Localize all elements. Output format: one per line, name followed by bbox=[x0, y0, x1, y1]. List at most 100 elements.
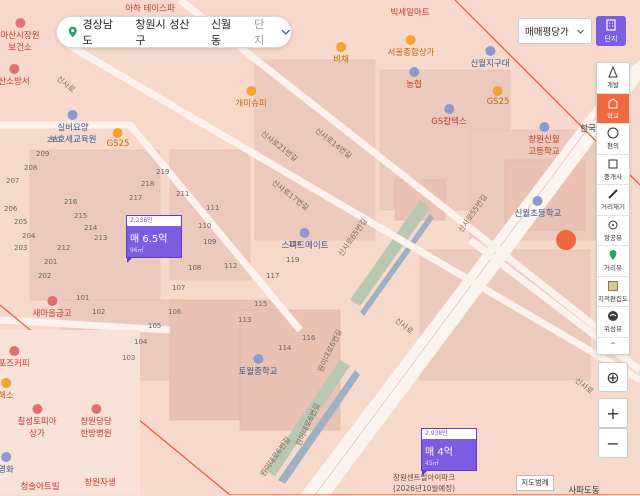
toolbar-collapse-button[interactable]: ^ bbox=[597, 338, 629, 354]
block-number: 102 bbox=[92, 308, 106, 316]
poi-chilsung-mall[interactable]: 칠성토피아 상가 bbox=[17, 404, 57, 439]
tool-label: 거리뷰 bbox=[604, 264, 622, 272]
block-number: 207 bbox=[6, 177, 20, 185]
minus-icon: − bbox=[606, 433, 620, 453]
zoom-in-button[interactable]: + bbox=[598, 398, 628, 428]
poi-coffee[interactable]: 포즈커피 bbox=[0, 346, 30, 369]
chevron-down-icon bbox=[577, 29, 584, 34]
block-number: 210 bbox=[47, 136, 61, 144]
complex-toggle-label: 단지 bbox=[604, 35, 618, 43]
zoom-out-button[interactable]: − bbox=[598, 428, 628, 458]
poi-bichae[interactable]: 비채 bbox=[333, 42, 349, 65]
satellite-icon bbox=[608, 311, 618, 321]
poi-high-school[interactable]: 창원신월 고등학교 bbox=[528, 122, 560, 157]
block-number: 202 bbox=[38, 272, 52, 280]
block-number: 118 bbox=[288, 240, 302, 248]
poi-gs-caltex[interactable]: GS칼텍스 bbox=[431, 104, 467, 127]
poi-saemaeul-bank[interactable]: 새마을금고 bbox=[32, 296, 72, 319]
block-number: 111 bbox=[206, 204, 220, 212]
block-number: 103 bbox=[122, 354, 136, 362]
tool-cadastral[interactable]: 지적편집도 bbox=[597, 277, 629, 307]
price-per-pyeong: 2,938만 bbox=[422, 429, 476, 440]
block-number: 110 bbox=[198, 222, 212, 230]
region-search-bar[interactable]: 경상남도 창원시 성산구 신월동 단지 bbox=[56, 16, 292, 48]
block-number: 117 bbox=[266, 272, 280, 280]
poi-sapa[interactable]: 사파도동 bbox=[568, 484, 599, 496]
area-value: 96㎡ bbox=[130, 247, 144, 254]
poi-cheongsol[interactable]: 청솔아트빌 bbox=[20, 480, 59, 492]
block-number: 112 bbox=[224, 262, 238, 270]
block-number: 105 bbox=[148, 322, 162, 330]
block-number: 119 bbox=[286, 256, 300, 264]
block-number: 116 bbox=[302, 334, 316, 342]
block-number: 215 bbox=[74, 212, 88, 220]
agent-icon bbox=[608, 159, 618, 168]
price-marker[interactable]: 2,938만 매 4억 45㎡ bbox=[421, 428, 477, 476]
complex-label[interactable]: 단지 bbox=[254, 16, 273, 48]
street-view-icon bbox=[609, 250, 617, 260]
block-number: 106 bbox=[168, 308, 182, 316]
ruler-icon bbox=[608, 189, 618, 199]
poi-fire-station[interactable]: 산소방서 bbox=[0, 64, 30, 87]
school-icon bbox=[608, 97, 618, 108]
poi-middle-school[interactable]: 토월중학교 bbox=[238, 354, 278, 377]
complex-toggle-button[interactable]: 단지 bbox=[596, 16, 626, 46]
poi-gaemi-super[interactable]: 개미슈퍼 bbox=[235, 86, 267, 109]
block-number: 208 bbox=[24, 164, 38, 172]
poi-changwonjaseong[interactable]: 창원자생 bbox=[84, 476, 115, 488]
trade-type-select[interactable]: 매매평당가 bbox=[518, 18, 592, 44]
poi-aha[interactable]: 아하 테이스파 bbox=[125, 2, 175, 14]
aerial-icon bbox=[608, 220, 618, 229]
province-label[interactable]: 경상남도 bbox=[83, 16, 122, 48]
block-number: 216 bbox=[64, 198, 78, 206]
price-marker[interactable]: 2,238만 매 6.5억 96㎡ bbox=[126, 215, 182, 263]
tool-convenience[interactable]: 편의 bbox=[597, 124, 629, 155]
poi-seoul-mall[interactable]: 서울종합상가 bbox=[388, 35, 434, 58]
block-number: 213 bbox=[94, 234, 108, 242]
block-number: 203 bbox=[14, 244, 28, 252]
chevron-up-icon: ^ bbox=[610, 340, 616, 349]
map-legend-button[interactable]: 지도범례 bbox=[516, 475, 554, 491]
poi-gs25-a[interactable]: GS25 bbox=[107, 128, 129, 149]
dong-label[interactable]: 신월동 bbox=[211, 16, 240, 48]
tool-school[interactable]: 학교 bbox=[597, 93, 629, 124]
block-number: 217 bbox=[129, 194, 143, 202]
trade-type-value: 매매평당가 bbox=[525, 27, 569, 38]
tool-ruler[interactable]: 거리재기 bbox=[597, 185, 629, 216]
tool-street-view[interactable]: 거리뷰 bbox=[597, 246, 629, 277]
city-label[interactable]: 창원시 성산구 bbox=[135, 16, 197, 48]
block-number: 104 bbox=[134, 338, 148, 346]
poi-yeonghwa[interactable]: 영화 bbox=[0, 452, 14, 475]
poi-elementary-school[interactable]: 신월초등학교 bbox=[515, 196, 561, 219]
block-number: 205 bbox=[14, 218, 28, 226]
tool-label: 지적편집도 bbox=[598, 294, 628, 303]
development-icon bbox=[608, 66, 618, 78]
block-number: 101 bbox=[76, 294, 90, 302]
block-number: 212 bbox=[57, 244, 71, 252]
tool-satellite[interactable]: 위성뷰 bbox=[597, 307, 629, 338]
tool-label: 개발 bbox=[607, 81, 619, 89]
poi-police[interactable]: 신월지구대 bbox=[470, 46, 510, 69]
poi-big-sale-mart[interactable]: 빅세일마트 bbox=[390, 6, 429, 18]
poi-oriental-hospital[interactable]: 창원당당 한방병원 bbox=[80, 404, 112, 439]
poi-health-center[interactable]: 마산시장원 보건소 bbox=[0, 18, 40, 53]
tool-aerial[interactable]: 항공뷰 bbox=[597, 216, 629, 246]
my-location-button[interactable]: ⊕ bbox=[598, 362, 628, 392]
tool-development[interactable]: 개발 bbox=[597, 63, 629, 94]
poi-korea[interactable]: 한국 bbox=[580, 122, 596, 134]
tool-agent[interactable]: 중개사 bbox=[597, 155, 629, 185]
poi-nonghyup[interactable]: 농협 bbox=[406, 67, 422, 90]
tool-label: 항공뷰 bbox=[604, 233, 622, 242]
tool-label: 위성뷰 bbox=[604, 325, 622, 333]
block-number: 219 bbox=[156, 168, 170, 176]
chevron-down-icon[interactable] bbox=[280, 26, 292, 38]
block-number: 211 bbox=[176, 190, 190, 198]
block-number: 218 bbox=[141, 180, 155, 188]
location-pin-icon bbox=[68, 26, 77, 38]
poi-gs25-b[interactable]: GS25 bbox=[487, 86, 509, 107]
tool-label: 학교 bbox=[607, 111, 619, 120]
marker-tail bbox=[127, 257, 133, 263]
poi-haeso[interactable]: 해소 bbox=[0, 378, 14, 401]
block-number: 206 bbox=[4, 205, 18, 213]
building-icon bbox=[606, 19, 616, 31]
